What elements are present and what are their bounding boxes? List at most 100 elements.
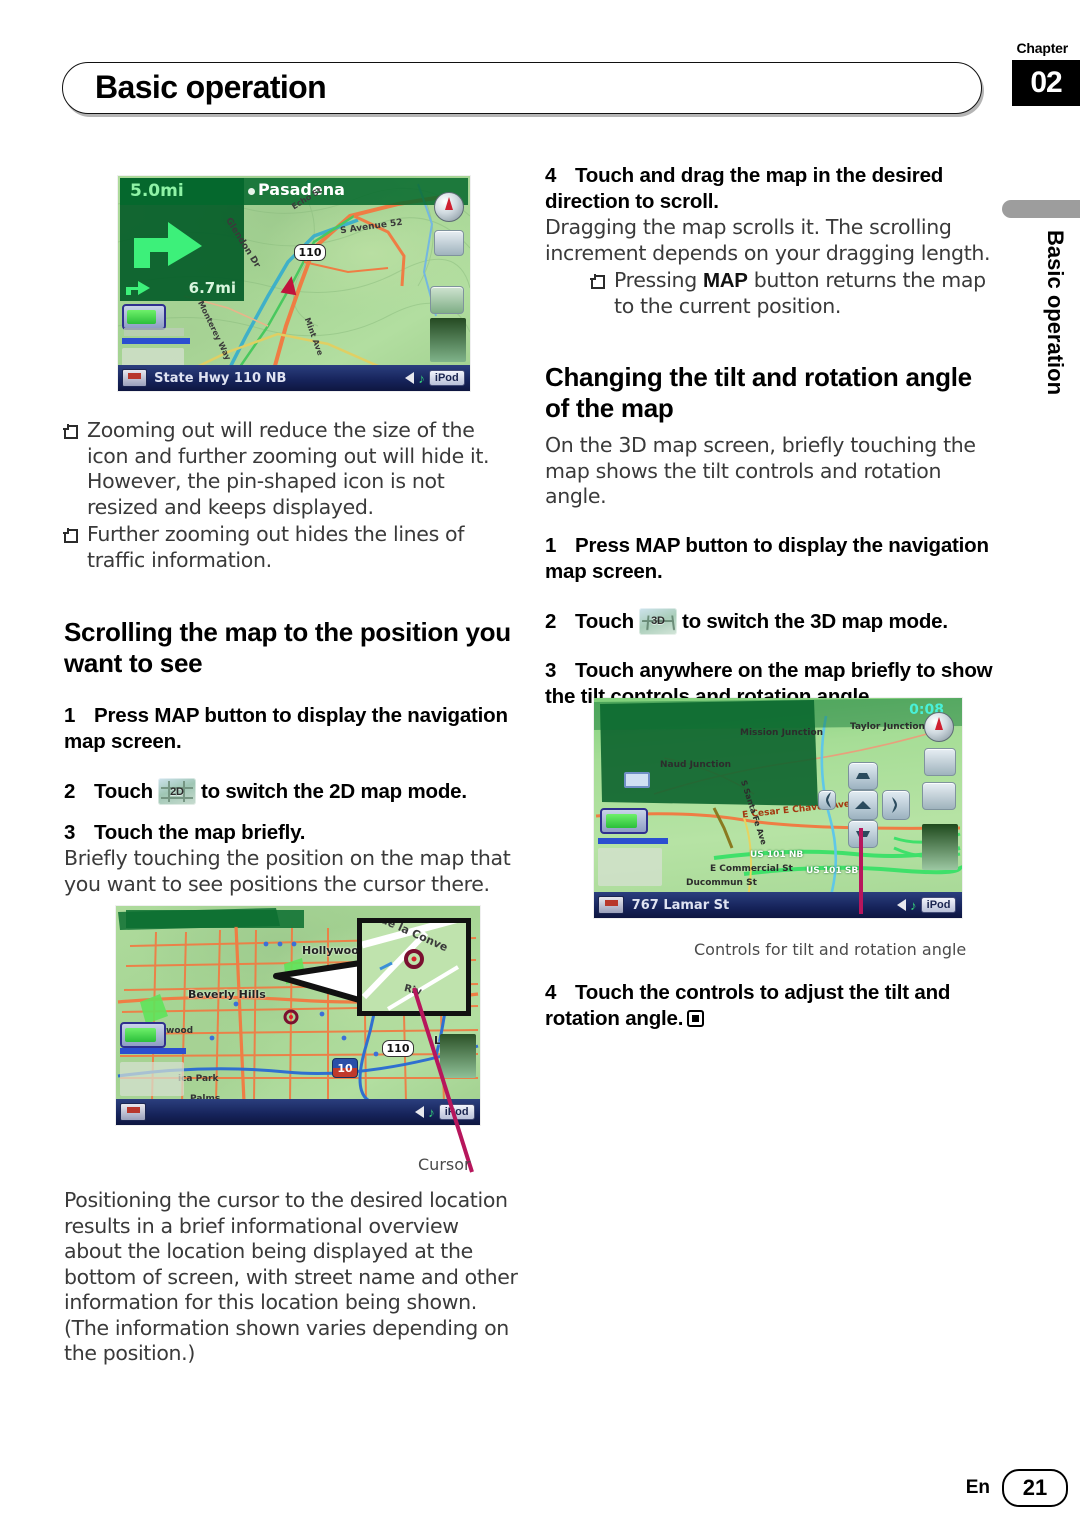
map-label-commercial: E Commercial St bbox=[710, 864, 793, 874]
right-column-section: Changing the tilt and rotation angle of … bbox=[545, 362, 1000, 710]
highway-shield-110: 110 bbox=[294, 244, 326, 261]
right-column-step4: 4 Touch and drag the map in the desired d… bbox=[545, 163, 1000, 319]
map-thumbnail[interactable] bbox=[922, 824, 958, 870]
cursor-leader-line bbox=[412, 987, 474, 1173]
step-3-scrolling: 3 Touch the map briefly. bbox=[64, 820, 519, 846]
side-tab-label: Basic operation bbox=[1043, 230, 1068, 396]
status-source-icon bbox=[598, 895, 625, 915]
side-tab-bar bbox=[1002, 200, 1080, 218]
tilt-up-button[interactable] bbox=[848, 762, 878, 790]
step-2-tilt: 2 Touch 3D to switch the 3D map mode. bbox=[545, 607, 1000, 635]
step-4-tilt: 4 Touch the controls to adjust the tilt a… bbox=[545, 980, 1000, 1032]
step-2-post: to switch the 2D map mode. bbox=[200, 780, 467, 803]
destination-dot-icon bbox=[248, 188, 255, 195]
audio-source-label: iPod bbox=[920, 897, 957, 913]
rotate-left-button[interactable] bbox=[818, 790, 836, 810]
step-1-number: 1 bbox=[64, 704, 76, 727]
map-screenshot-tilt: 0:08 Mission Junction Taylor Junction Na… bbox=[594, 698, 962, 918]
step-3-number: 3 bbox=[64, 821, 76, 844]
compass-icon[interactable] bbox=[434, 192, 464, 222]
figure-scroll-map: Hollywood Beverly Hills Los An wood ica … bbox=[116, 906, 480, 1173]
step-1-text: Press MAP button to display the navigati… bbox=[545, 533, 989, 583]
tilt-up-icon bbox=[856, 773, 870, 779]
rotate-right-icon bbox=[892, 797, 897, 813]
section-body-tilt: On the 3D map screen, briefly touching t… bbox=[545, 433, 976, 508]
step-2-number: 2 bbox=[64, 780, 76, 803]
music-note-icon: ♪ bbox=[910, 897, 917, 913]
map-mode-button[interactable] bbox=[434, 230, 464, 256]
step-2-post: to switch the 3D map mode. bbox=[681, 609, 948, 633]
map-mode-3d-icon[interactable]: 3D bbox=[638, 607, 677, 635]
note-bullet-1-text: Zooming out will reduce the size of the … bbox=[87, 418, 490, 519]
step-4-number: 4 bbox=[545, 981, 557, 1004]
right-column-step4b: 4 Touch the controls to adjust the tilt a… bbox=[545, 980, 1000, 1032]
map-label-us101-nb: US 101 NB bbox=[750, 850, 804, 860]
map-label-wood: wood bbox=[166, 1026, 194, 1036]
step-4-number: 4 bbox=[545, 164, 557, 187]
guidance-distance-total: 6.7mi bbox=[188, 279, 236, 297]
eco-bar bbox=[122, 338, 190, 344]
map-status-bar: State Hwy 110 NB ♪ iPod bbox=[118, 365, 470, 391]
step-3-text: Touch the map briefly. bbox=[94, 821, 306, 844]
map-thumbnail[interactable] bbox=[430, 318, 466, 362]
cursor-figure-caption: Cursor bbox=[418, 1155, 471, 1174]
step-1-tilt: 1 Press MAP button to display the navigat… bbox=[545, 533, 1000, 585]
chapter-label: Chapter bbox=[1016, 40, 1069, 56]
tilt-controls-leader-line bbox=[859, 828, 863, 914]
footer-language: En bbox=[965, 1477, 990, 1498]
speaker-icon bbox=[405, 372, 415, 384]
rotate-left-icon bbox=[826, 792, 831, 808]
map-zoom-button[interactable] bbox=[430, 286, 464, 314]
tilt-figure-caption: Controls for tilt and rotation angle bbox=[694, 940, 967, 959]
turn-arrow-icon bbox=[134, 222, 202, 268]
status-street-name: 767 Lamar St bbox=[631, 897, 730, 913]
step-4-text: Touch the controls to adjust the tilt an… bbox=[545, 981, 951, 1030]
bullet-square-icon bbox=[63, 528, 78, 543]
map-label-park: ica Park bbox=[178, 1074, 219, 1084]
map-label-mission-junction: Mission Junction bbox=[740, 728, 824, 738]
map-view-button[interactable] bbox=[922, 782, 956, 810]
step-1-scrolling: 1 Press MAP button to display the navigat… bbox=[64, 703, 519, 755]
vehicle-position-icon bbox=[280, 274, 300, 296]
eco-indicator bbox=[122, 304, 166, 330]
step-2-pre: Touch bbox=[94, 780, 153, 803]
note-bullet-1: Zooming out will reduce the size of the … bbox=[63, 418, 519, 520]
map-label-us101-sb: US 101 SB bbox=[806, 866, 859, 876]
figure-tilt-map: 0:08 Mission Junction Taylor Junction Na… bbox=[594, 698, 962, 918]
step-3-number: 3 bbox=[545, 658, 557, 682]
page-title: Basic operation bbox=[95, 68, 327, 105]
rotate-right-button[interactable] bbox=[882, 790, 910, 820]
note-bullet-2: Further zooming out hides the lines of t… bbox=[63, 522, 519, 573]
step-4-note: Pressing MAP button returns the map to t… bbox=[590, 268, 1000, 319]
step-2-scrolling: 2 Touch 2D to switch the 2D map mode. bbox=[64, 778, 519, 805]
status-right-group: ♪ iPod bbox=[897, 897, 957, 913]
step-3-body: Briefly touching the position on the map… bbox=[64, 846, 511, 896]
status-source-icon bbox=[120, 1102, 147, 1122]
step-2-pre: Touch bbox=[575, 609, 634, 633]
closing-paragraph: Positioning the cursor to the desired lo… bbox=[64, 1188, 518, 1365]
tilt-level-button[interactable] bbox=[848, 790, 878, 820]
next-turn-small-icon bbox=[126, 281, 150, 295]
step-2-number: 2 bbox=[545, 609, 557, 633]
map-mode-button[interactable] bbox=[924, 748, 956, 776]
eco-bar bbox=[120, 1048, 186, 1054]
eco-bar bbox=[598, 838, 668, 844]
music-note-icon: ♪ bbox=[418, 370, 425, 386]
figure-navigation-guidance-map: 5.0mi 6.7mi Pasadena S Avenue 52 Glendon… bbox=[118, 176, 470, 391]
speaker-icon bbox=[897, 899, 907, 911]
map-mode-2d-icon[interactable]: 2D bbox=[157, 778, 196, 805]
step-4-text: Touch and drag the map in the desired di… bbox=[545, 164, 944, 213]
status-street-name: State Hwy 110 NB bbox=[154, 370, 287, 386]
audio-source-label: iPod bbox=[428, 370, 465, 386]
bullet-square-icon bbox=[63, 424, 78, 439]
guidance-panel: 5.0mi 6.7mi bbox=[120, 178, 244, 301]
footer-page-number: 21 bbox=[1002, 1469, 1068, 1507]
compass-icon[interactable] bbox=[924, 712, 954, 742]
step-4-scrolling: 4 Touch and drag the map in the desired d… bbox=[545, 163, 1000, 215]
map-label-beverly-hills: Beverly Hills bbox=[188, 988, 266, 1001]
status-right-group: ♪ iPod bbox=[405, 370, 465, 386]
left-column-notes: Zooming out will reduce the size of the … bbox=[63, 418, 519, 573]
map-label-naud-junction: Naud Junction bbox=[660, 760, 732, 770]
step-1-text: Press MAP button to display the navigati… bbox=[64, 704, 508, 753]
eco-indicator bbox=[600, 808, 648, 834]
